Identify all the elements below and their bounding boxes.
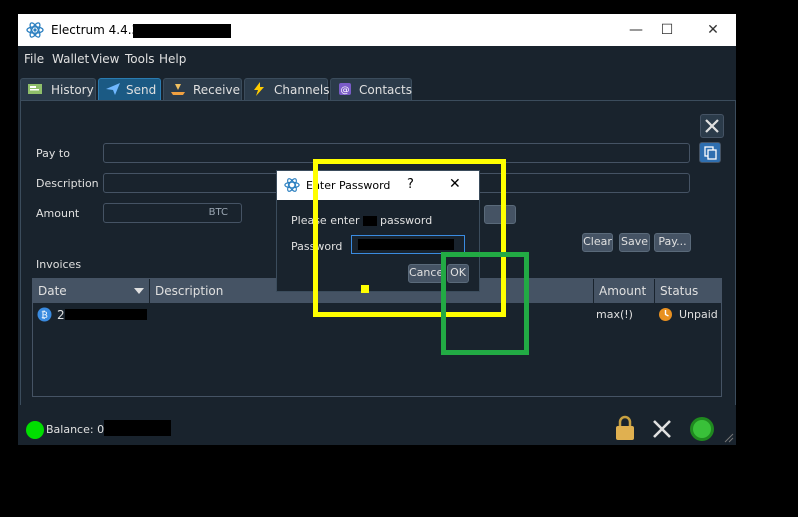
tools-icon [705, 119, 719, 133]
description-label: Description [36, 177, 99, 190]
pay-to-input[interactable] [103, 143, 690, 163]
dialog-message-end: password [380, 214, 433, 227]
minimize-button[interactable]: — [621, 20, 651, 40]
redacted-password [358, 239, 454, 250]
sort-down-icon [134, 288, 144, 294]
dialog-title-bar: Enter Password ? ✕ [277, 171, 479, 200]
password-dialog: Enter Password ? ✕ Please enter y passwo… [276, 170, 480, 292]
svg-text:₿: ₿ [41, 310, 48, 321]
unpaid-icon [659, 308, 672, 321]
dialog-help-button[interactable]: ? [407, 177, 414, 192]
history-icon [28, 84, 42, 94]
dialog-ok-button[interactable]: OK [447, 264, 469, 283]
paste-button[interactable] [699, 142, 721, 163]
menu-tools[interactable]: Tools [125, 52, 155, 66]
menu-view[interactable]: View [91, 52, 119, 66]
menu-help[interactable]: Help [159, 52, 186, 66]
password-label: Password [291, 240, 343, 253]
contacts-icon: @ [339, 83, 351, 96]
amount-unit: BTC [208, 207, 228, 218]
redacted-balance [104, 420, 171, 436]
dialog-message-start: Please enter y [291, 214, 370, 227]
tab-send-label: Send [126, 83, 157, 97]
resize-grip-icon[interactable] [724, 433, 734, 443]
receive-icon [171, 84, 185, 95]
preferences-icon[interactable] [650, 417, 674, 441]
dialog-close-button[interactable]: ✕ [449, 176, 461, 192]
lightning-icon [254, 82, 264, 96]
electrum-logo-icon [284, 178, 300, 192]
tab-channels[interactable]: Channels [244, 78, 330, 100]
electrum-logo-icon [26, 22, 44, 38]
column-amount[interactable]: Amount [594, 279, 655, 303]
redacted-word [363, 216, 377, 226]
column-status[interactable]: Status [655, 279, 721, 303]
bitcoin-icon: ₿ [37, 307, 52, 322]
menu-file[interactable]: File [24, 52, 44, 66]
table-row[interactable]: ₿ 2 max(!) Unpaid [33, 304, 721, 326]
menu-bar: File Wallet View Tools Help [18, 46, 736, 70]
column-date[interactable]: Date [33, 279, 150, 303]
tab-receive[interactable]: Receive [163, 78, 242, 100]
row-amount: max(!) [596, 308, 633, 321]
password-input[interactable] [351, 235, 465, 254]
menu-wallet[interactable]: Wallet [52, 52, 89, 66]
row-status: Unpaid [679, 308, 718, 321]
paste-icon [704, 146, 717, 160]
tab-receive-label: Receive [193, 83, 240, 97]
redacted-date [65, 309, 147, 320]
tab-bar: History Send Receive Channels @ Contacts [18, 76, 736, 100]
tab-channels-label: Channels [274, 83, 330, 97]
tab-history-label: History [51, 83, 94, 97]
svg-text:@: @ [341, 86, 350, 96]
row-date: 2 [57, 308, 65, 322]
tab-history[interactable]: History [20, 78, 96, 100]
redacted-wallet-name [133, 24, 231, 38]
pay-to-label: Pay to [36, 147, 70, 160]
max-button[interactable] [484, 205, 516, 224]
close-button[interactable]: ✕ [698, 20, 728, 40]
clear-button[interactable]: Clear [582, 233, 613, 252]
network-status-icon[interactable] [689, 416, 715, 442]
connection-dot-icon [26, 421, 44, 439]
send-icon [106, 83, 120, 95]
invoices-title: Invoices [36, 258, 82, 271]
status-bar: Balance: 0.0 [18, 405, 736, 445]
tab-send[interactable]: Send [98, 78, 161, 100]
invoices-table: Date Description Amount Status ₿ 2 max(!… [32, 278, 722, 397]
tools-button[interactable] [700, 114, 724, 138]
dialog-cancel-button[interactable]: Cancel [408, 264, 446, 283]
amount-label: Amount [36, 207, 80, 220]
tab-contacts-label: Contacts [359, 83, 412, 97]
save-button[interactable]: Save [619, 233, 650, 252]
tab-contacts[interactable]: @ Contacts [330, 78, 412, 100]
pay-button[interactable]: Pay... [654, 233, 691, 252]
dialog-title: Enter Password [306, 179, 391, 192]
amount-input[interactable]: BTC [103, 203, 242, 223]
maximize-button[interactable]: ☐ [652, 20, 682, 40]
lock-icon[interactable] [614, 415, 636, 441]
title-bar: Electrum 4.4.3 - — ☐ ✕ [18, 14, 736, 46]
